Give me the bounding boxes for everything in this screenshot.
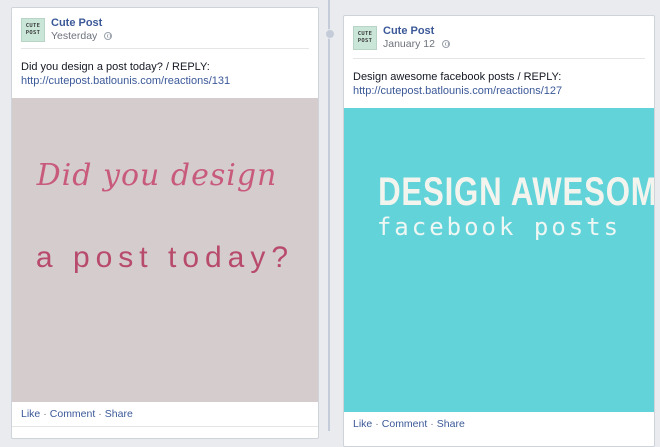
page-avatar[interactable]: CUTE POST bbox=[21, 18, 45, 42]
post-timestamp[interactable]: Yesterday bbox=[51, 30, 113, 42]
image-text-line1: DESIGN AWESOME bbox=[378, 170, 654, 214]
post-message: Design awesome facebook posts / REPLY: bbox=[353, 71, 562, 83]
image-text-line2: a post today? bbox=[35, 241, 295, 274]
timeline-spine bbox=[328, 0, 330, 431]
comment-link[interactable]: Comment bbox=[50, 408, 96, 420]
post-link[interactable]: http://cutepost.batlounis.com/reactions/… bbox=[21, 75, 230, 87]
image-text-line2: facebook posts bbox=[376, 213, 622, 241]
action-separator: · bbox=[430, 418, 434, 430]
avatar-text: CUTE POST bbox=[357, 31, 373, 44]
globe-icon bbox=[441, 40, 450, 48]
timestamp-text: Yesterday bbox=[51, 30, 98, 42]
post-text: Design awesome facebook posts / REPLY: h… bbox=[353, 70, 562, 98]
post-actions: Like · Comment · Share bbox=[21, 408, 133, 420]
post-card: CUTE POST Cute Post January 12 Design aw… bbox=[343, 15, 655, 447]
header-divider bbox=[21, 48, 309, 49]
post-image[interactable]: DESIGN AWESOME facebook posts bbox=[344, 108, 654, 412]
page-avatar[interactable]: CUTE POST bbox=[353, 26, 377, 50]
globe-icon bbox=[104, 32, 113, 40]
action-separator: · bbox=[43, 408, 47, 420]
avatar-text: CUTE POST bbox=[25, 23, 41, 36]
image-text-line1: Did you design bbox=[36, 158, 278, 193]
share-link[interactable]: Share bbox=[105, 408, 133, 420]
action-separator: · bbox=[375, 418, 379, 430]
timeline-marker bbox=[325, 29, 335, 39]
comment-link[interactable]: Comment bbox=[382, 418, 428, 430]
footer-divider bbox=[12, 426, 318, 427]
post-header: CUTE POST Cute Post Yesterday bbox=[12, 8, 318, 42]
post-timestamp[interactable]: January 12 bbox=[383, 38, 450, 50]
post-text: Did you design a post today? / REPLY: ht… bbox=[21, 60, 230, 88]
post-header: CUTE POST Cute Post January 12 bbox=[344, 16, 654, 50]
action-separator: · bbox=[98, 408, 102, 420]
share-link[interactable]: Share bbox=[437, 418, 465, 430]
post-card: CUTE POST Cute Post Yesterday Did you de… bbox=[11, 7, 319, 439]
post-link[interactable]: http://cutepost.batlounis.com/reactions/… bbox=[353, 85, 562, 97]
timestamp-text: January 12 bbox=[383, 38, 435, 50]
post-image[interactable]: Did you design a post today? bbox=[12, 98, 318, 402]
header-divider bbox=[353, 58, 645, 59]
post-actions: Like · Comment · Share bbox=[353, 418, 465, 430]
page-name-link[interactable]: Cute Post bbox=[383, 25, 434, 37]
post-message: Did you design a post today? / REPLY: bbox=[21, 61, 210, 73]
like-link[interactable]: Like bbox=[353, 418, 372, 430]
like-link[interactable]: Like bbox=[21, 408, 40, 420]
page-name-link[interactable]: Cute Post bbox=[51, 17, 102, 29]
